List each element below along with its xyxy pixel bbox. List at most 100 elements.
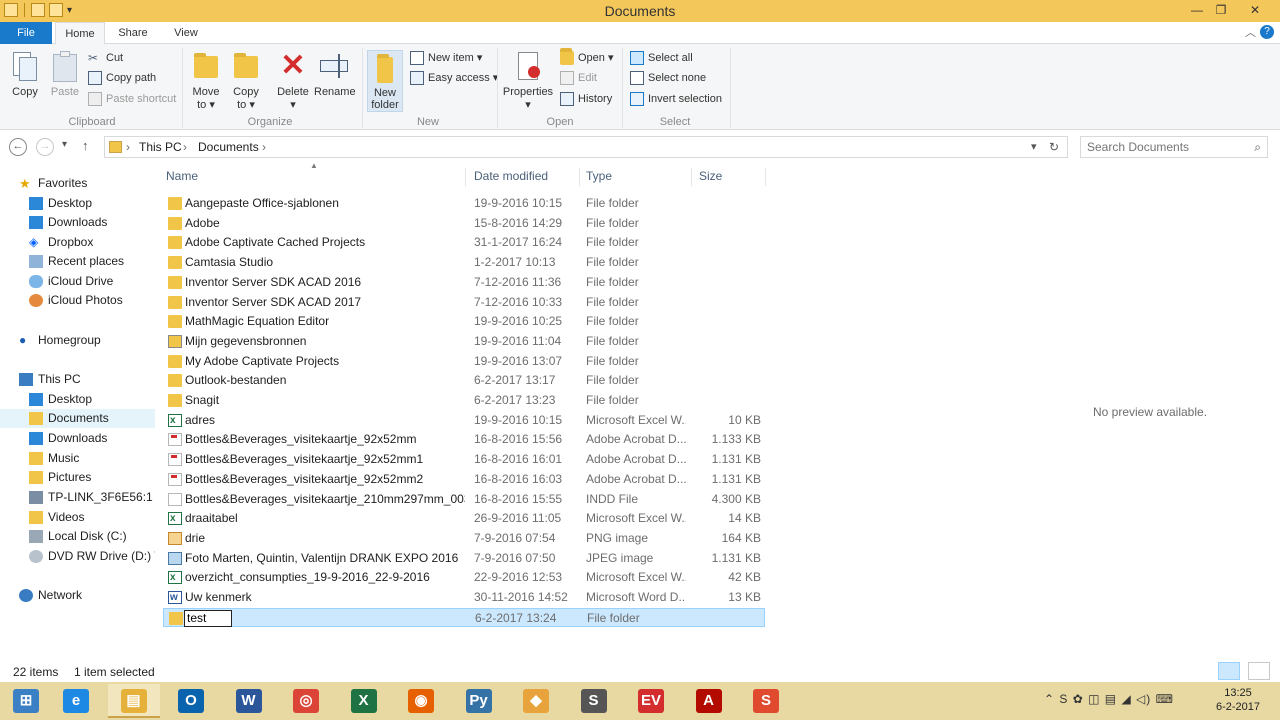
- system-tray-icons[interactable]: ⌃ S ✿ ◫ ▤ ◢ ◁) ⌨: [1044, 692, 1204, 706]
- nav-homegroup[interactable]: ● Homegroup: [0, 331, 155, 350]
- taskbar-excel[interactable]: X: [338, 684, 390, 718]
- rename-input[interactable]: [184, 609, 232, 627]
- history-button[interactable]: History: [560, 90, 612, 108]
- nav-pc-documents[interactable]: Documents: [0, 409, 155, 428]
- nav-fav-dropbox[interactable]: ◈ Dropbox: [0, 233, 155, 252]
- breadcrumb-this-pc[interactable]: This PC: [139, 140, 182, 154]
- file-row[interactable]: Bottles&Beverages_visitekaartje_92x52mm1…: [163, 430, 765, 449]
- taskbar-file-explorer[interactable]: ▤: [107, 684, 160, 718]
- collapse-ribbon-icon[interactable]: ︿: [1245, 24, 1256, 40]
- file-row[interactable]: 6-2-2017 13:24 File folder: [163, 607, 765, 627]
- file-row[interactable]: Snagit 6-2-2017 13:23 File folder: [163, 391, 765, 410]
- file-row[interactable]: adres 19-9-2016 10:15 Microsoft Excel W...…: [163, 411, 765, 430]
- nav-fav-downloads[interactable]: Downloads: [0, 213, 155, 232]
- maximize-button[interactable]: ❐: [1206, 0, 1236, 22]
- refresh-icon[interactable]: ↻: [1049, 140, 1059, 154]
- column-separator[interactable]: [765, 168, 766, 186]
- nav-pc-desktop[interactable]: Desktop: [0, 390, 155, 409]
- tab-file[interactable]: File: [0, 22, 52, 44]
- file-row[interactable]: draaitabel 26-9-2016 11:05 Microsoft Excel…: [163, 509, 765, 528]
- nav-pc-music[interactable]: Music: [0, 449, 155, 468]
- help-icon[interactable]: ?: [1260, 25, 1274, 39]
- search-box[interactable]: ⌕: [1080, 136, 1268, 158]
- taskbar-ev-recorder[interactable]: EV: [625, 684, 677, 718]
- taskbar-snagit[interactable]: S: [740, 684, 792, 718]
- tab-home[interactable]: Home: [55, 22, 105, 44]
- column-header-type[interactable]: Type: [586, 169, 612, 183]
- taskbar-sublime[interactable]: S: [568, 684, 620, 718]
- cut-button[interactable]: ✂ Cut: [88, 49, 123, 67]
- new-folder-button[interactable]: New folder: [367, 50, 403, 112]
- taskbar-internet-explorer[interactable]: e: [50, 684, 102, 718]
- taskbar-start-button[interactable]: ⊞: [0, 684, 52, 718]
- column-separator[interactable]: [691, 168, 692, 186]
- nav-favorites[interactable]: ★ Favorites: [0, 174, 155, 193]
- tab-share[interactable]: Share: [110, 22, 156, 44]
- file-row[interactable]: Adobe 15-8-2016 14:29 File folder: [163, 214, 765, 233]
- rename-button[interactable]: Rename: [314, 50, 356, 98]
- tab-view[interactable]: View: [164, 22, 208, 44]
- invert-selection-button[interactable]: Invert selection: [630, 90, 722, 108]
- column-separator[interactable]: [579, 168, 580, 186]
- properties-button[interactable]: Properties ▾: [502, 50, 554, 111]
- column-header-date[interactable]: Date modified: [474, 169, 548, 183]
- breadcrumb-documents[interactable]: Documents: [198, 140, 259, 154]
- up-button[interactable]: ↑: [82, 138, 89, 153]
- back-button[interactable]: ←: [9, 138, 27, 156]
- file-row[interactable]: Inventor Server SDK ACAD 2017 7-12-2016 1…: [163, 293, 765, 312]
- file-row[interactable]: Adobe Captivate Cached Projects 31-1-2017…: [163, 233, 765, 252]
- column-header-size[interactable]: Size: [699, 169, 722, 183]
- paste-shortcut-button[interactable]: Paste shortcut: [88, 90, 176, 108]
- taskbar-acrobat[interactable]: A: [683, 684, 735, 718]
- column-header-name[interactable]: Name: [166, 169, 198, 183]
- new-item-button[interactable]: New item ▾: [410, 49, 482, 67]
- easy-access-button[interactable]: Easy access ▾: [410, 69, 498, 87]
- file-row[interactable]: Bottles&Beverages_visitekaartje_92x52mm1…: [163, 450, 765, 469]
- nav-fav-icloud-photos[interactable]: iCloud Photos: [0, 291, 155, 310]
- nav-pc-downloads[interactable]: Downloads: [0, 429, 155, 448]
- file-row[interactable]: overzicht_consumpties_19-9-2016_22-9-201…: [163, 568, 765, 587]
- file-row[interactable]: Uw kenmerk 30-11-2016 14:52 Microsoft Word…: [163, 588, 765, 607]
- taskbar-chrome[interactable]: ◎: [280, 684, 332, 718]
- large-icons-view-button[interactable]: [1248, 662, 1270, 680]
- forward-button[interactable]: →: [36, 138, 54, 156]
- file-row[interactable]: Bottles&Beverages_visitekaartje_92x52mm2…: [163, 470, 765, 489]
- search-icon[interactable]: ⌕: [1254, 140, 1261, 155]
- move-to-button[interactable]: Move to ▾: [190, 50, 222, 111]
- file-row[interactable]: Mijn gegevensbronnen 19-9-2016 11:04 File …: [163, 332, 765, 351]
- copy-button[interactable]: Copy: [8, 50, 42, 98]
- select-all-button[interactable]: Select all: [630, 49, 693, 67]
- nav-fav-desktop[interactable]: Desktop: [0, 194, 155, 213]
- select-none-button[interactable]: Select none: [630, 69, 706, 87]
- nav-network[interactable]: Network: [0, 586, 155, 605]
- nav-pc-dvd-drive[interactable]: DVD RW Drive (D:) T: [0, 547, 155, 566]
- file-row[interactable]: MathMagic Equation Editor 19-9-2016 10:25…: [163, 312, 765, 331]
- taskbar-python[interactable]: Py: [453, 684, 505, 718]
- nav-this-pc[interactable]: This PC: [0, 370, 155, 389]
- delete-button[interactable]: ✕ Delete ▾: [274, 50, 312, 112]
- details-view-button[interactable]: [1218, 662, 1240, 680]
- file-row[interactable]: Aangepaste Office-sjablonen 19-9-2016 10:…: [163, 194, 765, 213]
- column-separator[interactable]: [465, 168, 466, 186]
- taskbar-word[interactable]: W: [223, 684, 275, 718]
- open-button[interactable]: Open ▾: [560, 48, 614, 67]
- nav-fav-recent-places[interactable]: Recent places: [0, 252, 155, 271]
- file-row[interactable]: Foto Marten, Quintin, Valentijn DRANK EX…: [163, 549, 765, 568]
- nav-fav-icloud-drive[interactable]: iCloud Drive: [0, 272, 155, 291]
- taskbar-git[interactable]: ◆: [510, 684, 562, 718]
- nav-pc-local-disk[interactable]: Local Disk (C:): [0, 527, 155, 546]
- file-row[interactable]: Camtasia Studio 1-2-2017 10:13 File folder: [163, 253, 765, 272]
- address-dropdown-icon[interactable]: ▾: [1031, 140, 1037, 153]
- copy-to-button[interactable]: Copy to ▾: [230, 50, 262, 111]
- clock[interactable]: 13:25 6-2-2017: [1208, 686, 1268, 714]
- taskbar-outlook[interactable]: O: [165, 684, 217, 718]
- nav-pc-tp-link[interactable]: TP-LINK_3F6E56:1: [0, 488, 155, 507]
- recent-locations-dropdown[interactable]: ▾: [62, 139, 67, 150]
- address-bar[interactable]: › This PC › Documents › ▾ ↻: [104, 136, 1068, 158]
- edit-button[interactable]: Edit: [560, 69, 597, 87]
- file-row[interactable]: drie 7-9-2016 07:54 PNG image 164 KB: [163, 529, 765, 548]
- file-row[interactable]: My Adobe Captivate Projects 19-9-2016 13:…: [163, 352, 765, 371]
- close-button[interactable]: ✕: [1240, 0, 1270, 22]
- taskbar-firefox[interactable]: ◉: [395, 684, 447, 718]
- copy-path-button[interactable]: Copy path: [88, 69, 156, 87]
